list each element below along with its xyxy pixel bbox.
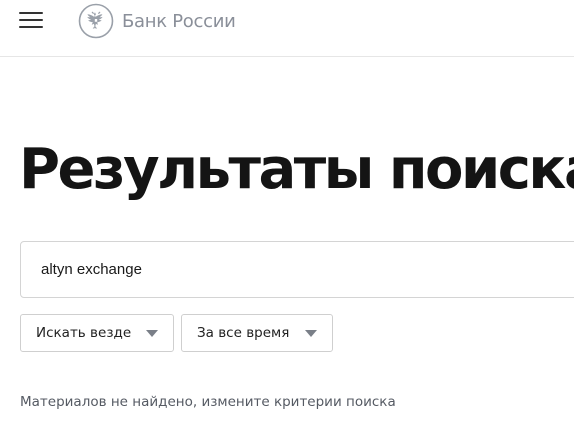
logo-link[interactable]: Банк России [78, 2, 236, 40]
scope-select[interactable]: Искать везде [20, 314, 174, 352]
logo-text: Банк России [122, 10, 236, 32]
chevron-down-icon [146, 330, 158, 337]
menu-line [19, 12, 43, 14]
scope-select-value: Искать везде [36, 325, 132, 341]
page-title: Результаты поиска [19, 137, 574, 202]
page: Банк России Результаты поиска Искать вез… [0, 0, 574, 423]
search-input[interactable] [41, 242, 561, 297]
site-header: Банк России [0, 0, 574, 57]
chevron-down-icon [305, 330, 317, 337]
menu-line [19, 26, 43, 28]
search-box[interactable] [20, 241, 574, 298]
no-results-message: Материалов не найдено, измените критерии… [20, 394, 396, 410]
menu-line [19, 19, 43, 21]
hamburger-menu-icon[interactable] [19, 11, 43, 29]
bank-emblem-icon [78, 3, 114, 39]
period-select[interactable]: За все время [181, 314, 333, 352]
period-select-value: За все время [197, 325, 290, 341]
